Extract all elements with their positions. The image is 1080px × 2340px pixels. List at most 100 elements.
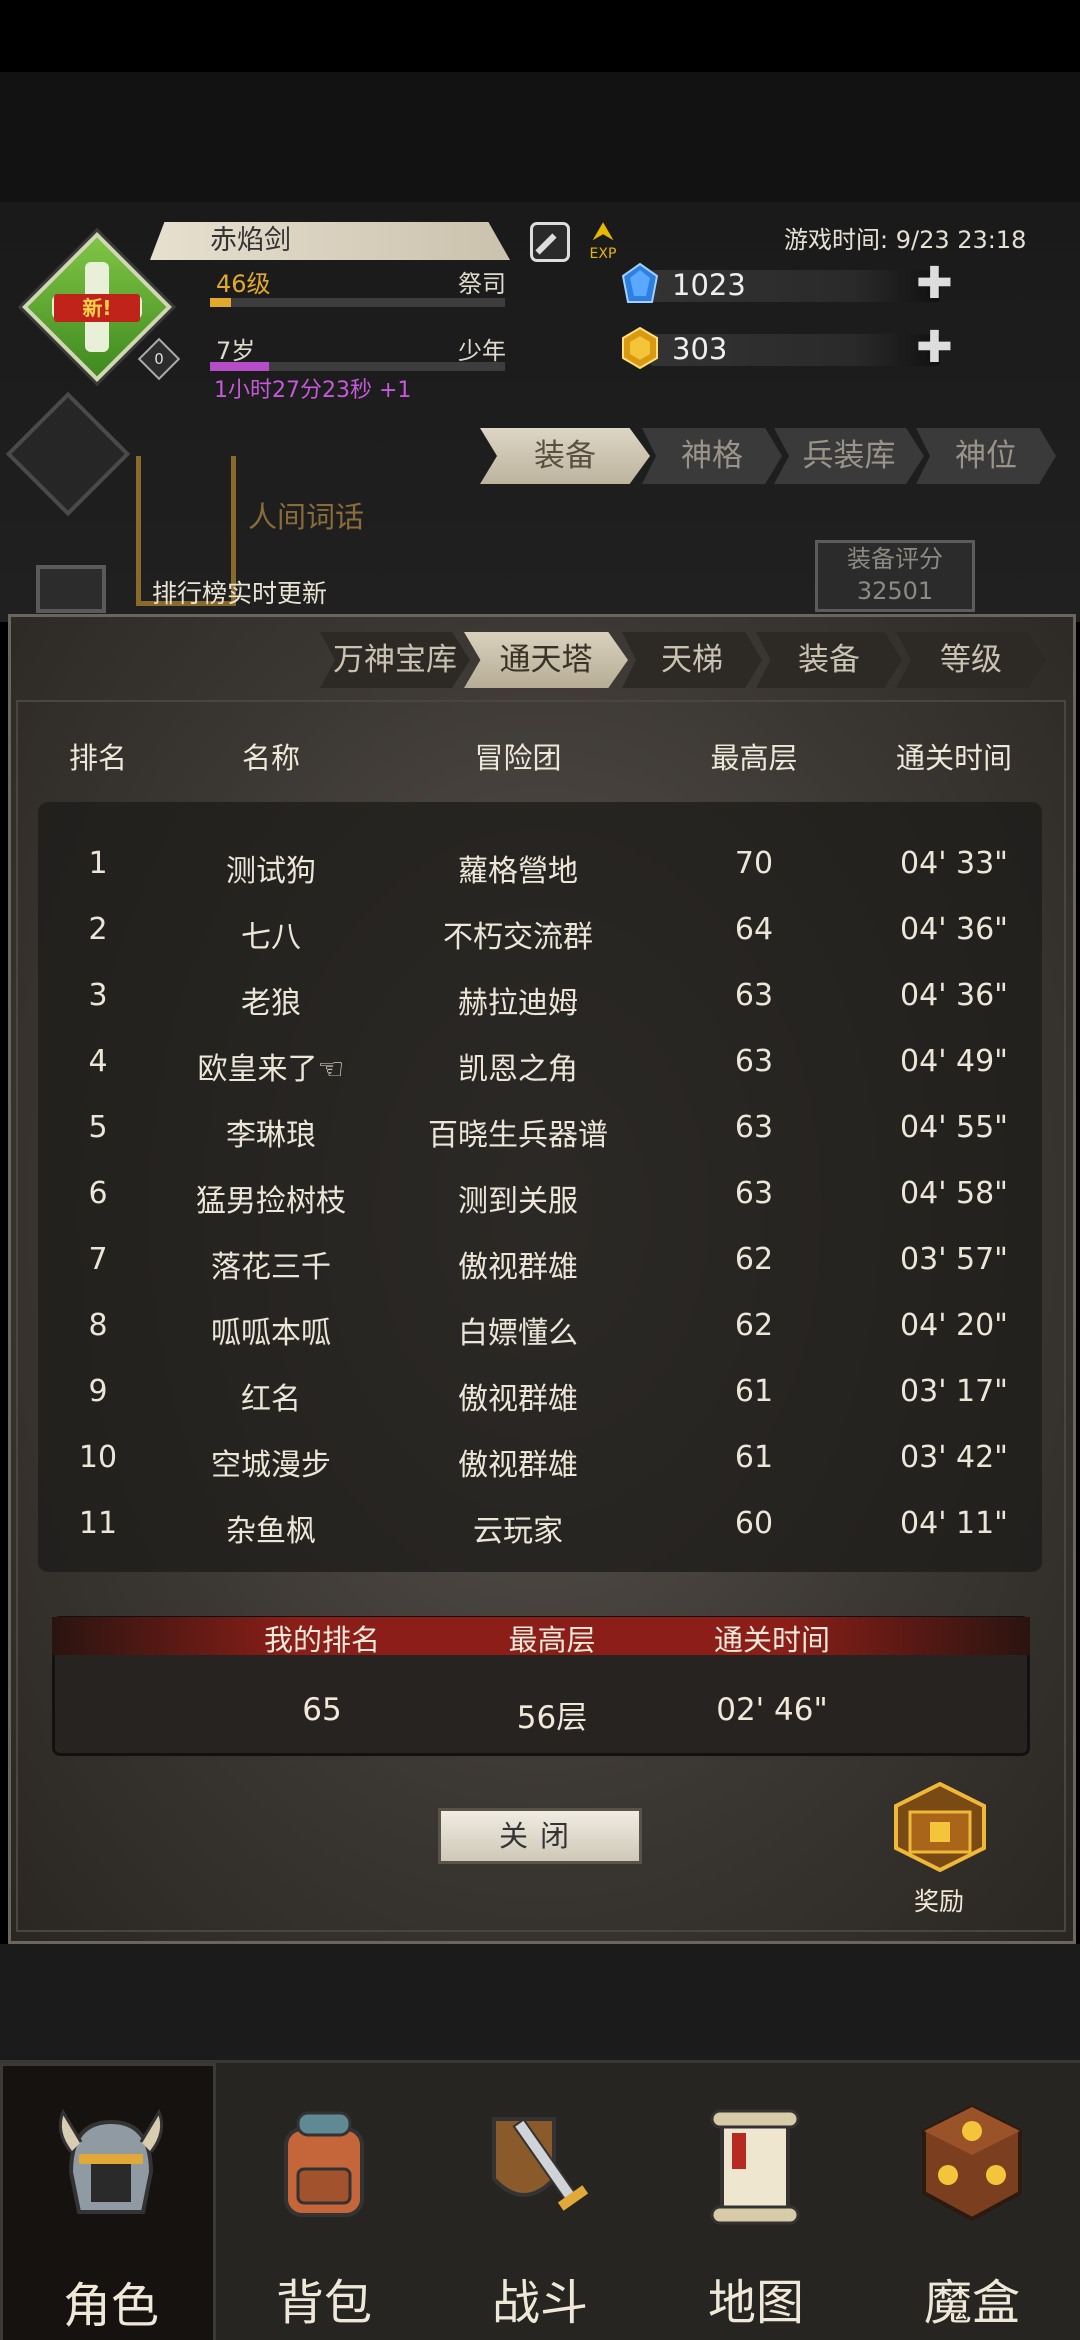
table-row[interactable]: 5 李琳琅 百晓生兵器谱 63 04' 55" (38, 1110, 1048, 1153)
scroll-map-icon (710, 2109, 800, 2225)
cell-team: 云玩家 (473, 1514, 563, 1549)
cell-rank: 2 (88, 912, 108, 947)
cell-rank: 1 (88, 846, 108, 881)
close-button[interactable]: 关闭 (438, 1808, 642, 1864)
nav-magic-box-label: 魔盒 (923, 2275, 1020, 2331)
tab-pantheon-vault[interactable]: 万神宝库 (320, 632, 470, 688)
table-row[interactable]: 2 七八 不朽交流群 64 04' 36" (38, 912, 1048, 955)
gold-gem-icon (622, 326, 658, 370)
cell-time: 04' 33" (900, 846, 1008, 881)
age-timer: 1小时27分23秒 +1 (214, 378, 412, 403)
tab-level-rank[interactable]: 等级 (896, 632, 1046, 688)
reward-label: 奖励 (913, 1887, 964, 1916)
tab-armory[interactable]: 兵装库 (774, 428, 924, 484)
cell-name: 七八 (241, 920, 301, 955)
game-time: 游戏时间: 9/23 23:18 (784, 226, 1027, 254)
add-gem-button[interactable]: ✚ (916, 262, 953, 306)
cell-team: 傲视群雄 (458, 1250, 578, 1285)
cell-name: 空城漫步 (211, 1448, 331, 1483)
cell-floor: 61 (734, 1440, 774, 1475)
table-header: 排名 名称 冒险团 最高层 通关时间 (38, 735, 1048, 775)
table-row[interactable]: 1 测试狗 蘿格營地 70 04' 33" (38, 846, 1048, 889)
score-value: 32501 (856, 577, 934, 605)
cell-team: 测到关服 (458, 1184, 578, 1219)
add-gold-button[interactable]: ✚ (916, 326, 953, 370)
helmet-icon (58, 2108, 164, 2214)
player-age-title: 少年 (458, 337, 506, 365)
cell-name: 落花三千 (211, 1250, 331, 1285)
tab-god-seat[interactable]: 神位 (916, 428, 1056, 484)
cell-rank: 4 (88, 1044, 108, 1079)
my-time-value: 02' 46" (716, 1692, 828, 1728)
cell-team: 傲视群雄 (458, 1382, 578, 1417)
nav-character[interactable]: 角色 (0, 2063, 216, 2340)
edit-icon[interactable] (530, 222, 570, 262)
cell-team: 蘿格營地 (458, 854, 578, 889)
nav-battle[interactable]: 战斗 (432, 2063, 648, 2340)
badge-count-value: 0 (154, 350, 164, 368)
age-bar-fill (210, 362, 269, 371)
reward-button[interactable]: 奖励 (884, 1778, 994, 1918)
nav-bag[interactable]: 背包 (216, 2063, 432, 2340)
table-row[interactable]: 7 落花三千 傲视群雄 62 03' 57" (38, 1242, 1048, 1285)
cell-name: 测试狗 (226, 854, 316, 889)
table-row[interactable]: 11 杂鱼枫 云玩家 60 04' 11" (38, 1506, 1048, 1549)
my-time-label: 通关时间 (713, 1623, 830, 1657)
col-floor: 最高层 (710, 741, 798, 775)
score-label: 装备评分 (847, 545, 943, 573)
player-class: 祭司 (458, 270, 506, 298)
table-row[interactable]: 10 空城漫步 傲视群雄 61 03' 42" (38, 1440, 1048, 1483)
player-age: 7岁 (216, 337, 256, 365)
my-rank-header: 我的排名 最高层 通关时间 (52, 1617, 1030, 1657)
treasure-chest-icon (894, 1782, 986, 1872)
col-name: 名称 (241, 741, 300, 775)
cell-rank: 11 (78, 1506, 118, 1541)
leaderboard-table: 1 测试狗 蘿格營地 70 04' 33" 2 七八 不朽交流群 64 04' 36" 3 老狼 赫拉迪… (38, 802, 1042, 1572)
nav-magic-box[interactable]: 魔盒 (864, 2063, 1080, 2340)
mail-icon[interactable] (36, 565, 106, 613)
cell-rank: 8 (88, 1308, 108, 1343)
nav-battle-label: 战斗 (491, 2275, 588, 2331)
bottom-nav: 角色 背包 战斗 地图 魔盒 (0, 2060, 1080, 2340)
age-row: 7岁 少年 (210, 331, 510, 365)
top-banner (0, 72, 1080, 202)
cell-time: 03' 17" (900, 1374, 1008, 1409)
magic-cube-icon (922, 2104, 1022, 2222)
tab-ladder[interactable]: 天梯 (622, 632, 762, 688)
bottom-spacer (0, 1944, 1080, 2064)
cell-rank: 3 (88, 978, 108, 1013)
cell-time: 03' 42" (900, 1440, 1008, 1475)
nav-character-label: 角色 (62, 2278, 159, 2334)
cell-time: 04' 55" (900, 1110, 1008, 1145)
tab-tower[interactable]: 通天塔 (464, 632, 628, 688)
table-row[interactable]: 4 欧皇来了☜ 凯恩之角 63 04' 49" (38, 1044, 1048, 1087)
table-row[interactable]: 8 呱呱本呱 白嫖懂么 62 04' 20" (38, 1308, 1048, 1351)
cell-team: 傲视群雄 (458, 1448, 578, 1483)
cell-floor: 63 (734, 978, 774, 1013)
nav-map-label: 地图 (707, 2275, 804, 2331)
tab-divinity[interactable]: 神格 (642, 428, 782, 484)
cell-name: 呱呱本呱 (211, 1316, 331, 1351)
blue-gem-icon (621, 262, 659, 303)
cell-name: 红名 (241, 1382, 301, 1417)
cell-team: 凯恩之角 (458, 1052, 578, 1087)
col-time: 通关时间 (895, 741, 1012, 775)
class-badge[interactable]: 新! 0 (22, 232, 181, 382)
cell-time: 04' 20" (900, 1308, 1008, 1343)
table-row[interactable]: 9 红名 傲视群雄 61 03' 17" (38, 1374, 1048, 1417)
new-tag: 新! (54, 294, 140, 322)
equipment-score: 装备评分 32501 (815, 540, 975, 612)
cell-floor: 63 (734, 1176, 774, 1211)
gem-count: 1023 (672, 268, 746, 302)
cell-floor: 70 (734, 846, 774, 881)
cell-floor: 63 (734, 1044, 774, 1079)
tab-equipment[interactable]: 装备 (480, 428, 650, 484)
player-name: 赤焰剑 (150, 222, 510, 260)
nav-map[interactable]: 地图 (648, 2063, 864, 2340)
tab-equipment-rank[interactable]: 装备 (756, 632, 902, 688)
table-row[interactable]: 3 老狼 赫拉迪姆 63 04' 36" (38, 978, 1048, 1021)
cell-name: 杂鱼枫 (226, 1514, 316, 1549)
level-bar (210, 298, 505, 307)
exp-icon[interactable]: ⮝ EXP (583, 218, 623, 262)
table-row[interactable]: 6 猛男捡树枝 测到关服 63 04' 58" (38, 1176, 1048, 1219)
